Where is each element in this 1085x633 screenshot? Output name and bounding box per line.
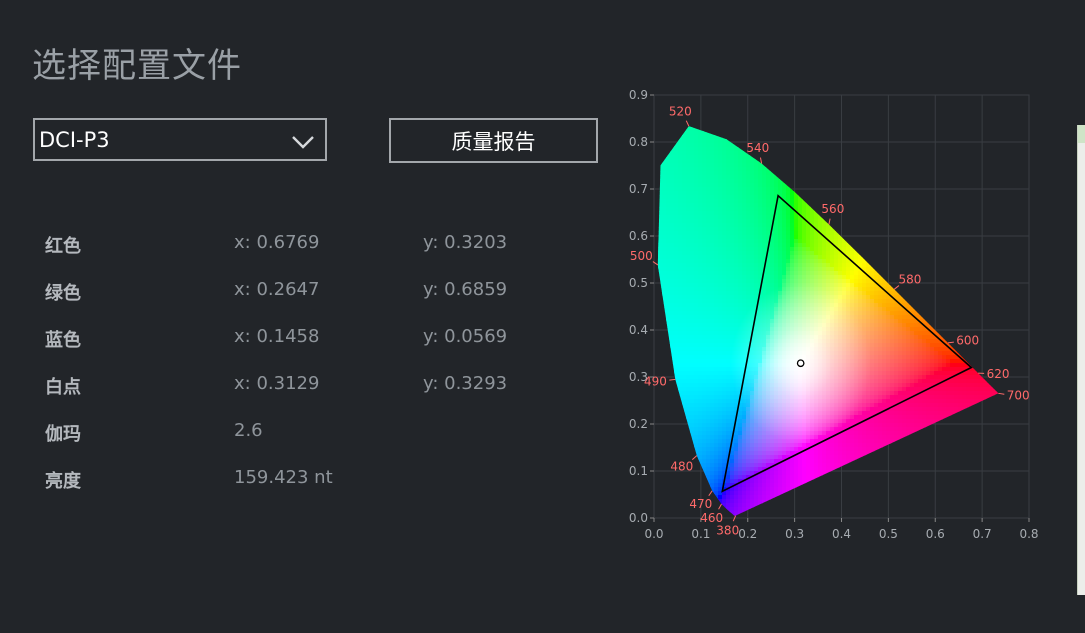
luminance-value: 159.423 nt <box>234 467 333 488</box>
profile-select[interactable]: DCI-P3 <box>33 118 327 161</box>
wavelength-tick <box>998 392 1005 395</box>
wavelength-label: 520 <box>669 105 692 119</box>
x-tick-label: 0.8 <box>1019 527 1038 541</box>
cie-chromaticity-chart: 0.0 0.1 0.2 0.3 0.4 0.5 0.6 0.7 0.80.00.10.20.30… <box>629 88 1039 541</box>
gamma-value: 2.6 <box>234 420 263 441</box>
wavelength-tick <box>759 157 763 164</box>
y-tick-label: 0.1 <box>629 464 648 478</box>
wavelength-label: 580 <box>898 272 921 286</box>
wavelength-label: 540 <box>746 141 769 155</box>
info-y-value: y: 0.3203 <box>423 232 508 253</box>
wavelength-tick <box>708 490 713 497</box>
wavelength-label: 620 <box>987 367 1010 381</box>
y-tick-label: 0.0 <box>629 511 648 525</box>
y-tick-label: 0.9 <box>629 88 648 102</box>
page-title: 选择配置文件 <box>32 46 242 86</box>
white-point-marker <box>796 359 805 368</box>
info-label: 白点 <box>45 377 81 398</box>
x-tick-label: 0.3 <box>785 527 804 541</box>
info-row-red: 红色 x: 0.6769 y: 0.3203 <box>0 232 600 262</box>
info-y-value: y: 0.3293 <box>423 373 508 394</box>
info-y-value: y: 0.0569 <box>423 326 508 347</box>
quality-report-label: 质量报告 <box>451 129 536 154</box>
wavelength-label: 700 <box>1007 389 1030 403</box>
y-tick-label: 0.7 <box>629 182 648 196</box>
wavelength-tick <box>947 341 954 344</box>
wavelength-tick <box>669 378 676 381</box>
wavelength-tick <box>685 120 690 127</box>
info-label: 绿色 <box>45 283 81 304</box>
spectral-locus-fill <box>657 126 999 516</box>
info-label: 伽玛 <box>45 424 81 445</box>
wavelength-label: 480 <box>670 459 693 473</box>
info-row-white-point: 白点 x: 0.3129 y: 0.3293 <box>0 373 600 403</box>
window-edge <box>1077 125 1085 595</box>
profile-select-value: DCI-P3 <box>39 127 110 152</box>
x-tick-label: 0.6 <box>926 527 945 541</box>
wavelength-label: 560 <box>821 202 844 216</box>
wavelength-tick <box>718 503 722 510</box>
wavelength-label: 460 <box>700 511 723 525</box>
y-tick-label: 0.4 <box>629 323 648 337</box>
info-row-luminance: 亮度 159.423 nt <box>0 467 600 497</box>
wavelength-label: 380 <box>716 523 739 537</box>
info-x-value: x: 0.6769 <box>234 232 320 253</box>
info-row-green: 绿色 x: 0.2647 y: 0.6859 <box>0 279 600 309</box>
info-label: 红色 <box>45 236 81 257</box>
y-tick-label: 0.8 <box>629 135 648 149</box>
wavelength-label: 490 <box>644 374 667 388</box>
x-tick-label: 0.2 <box>738 527 757 541</box>
info-row-gamma: 伽玛 2.6 <box>0 420 600 450</box>
wavelength-label: 600 <box>956 334 979 348</box>
wavelength-label: 470 <box>689 497 712 511</box>
wavelength-tick <box>828 218 831 225</box>
chevron-down-icon <box>291 131 315 155</box>
y-tick-label: 0.6 <box>629 229 648 243</box>
x-tick-label: 0.1 <box>691 527 710 541</box>
x-tick-label: 0.0 <box>644 527 663 541</box>
info-x-value: x: 0.1458 <box>234 326 320 347</box>
window-edge-accent <box>1078 125 1085 143</box>
y-tick-label: 0.5 <box>629 276 648 290</box>
wavelength-label: 500 <box>630 249 653 263</box>
info-x-value: x: 0.2647 <box>234 279 320 300</box>
quality-report-button[interactable]: 质量报告 <box>389 118 598 163</box>
y-tick-label: 0.2 <box>629 417 648 431</box>
info-row-blue: 蓝色 x: 0.1458 y: 0.0569 <box>0 326 600 356</box>
info-label: 蓝色 <box>45 330 81 351</box>
info-x-value: x: 0.3129 <box>234 373 320 394</box>
x-tick-label: 0.4 <box>832 527 851 541</box>
info-label: 亮度 <box>45 471 81 492</box>
info-y-value: y: 0.6859 <box>423 279 508 300</box>
x-tick-label: 0.7 <box>973 527 992 541</box>
x-tick-label: 0.5 <box>879 527 898 541</box>
